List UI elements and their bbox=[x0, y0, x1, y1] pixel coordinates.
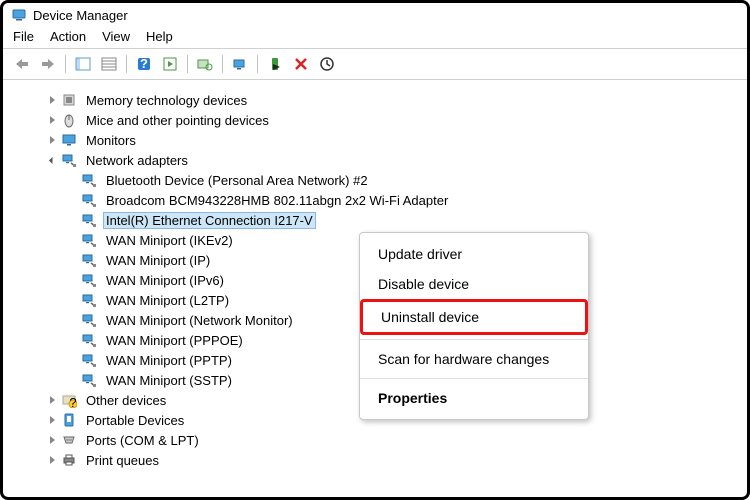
tree-node-label[interactable]: Other devices bbox=[83, 392, 169, 409]
port-icon bbox=[61, 432, 77, 448]
tree-node-label[interactable]: Ports (COM & LPT) bbox=[83, 432, 202, 449]
tree-node[interactable]: Broadcom BCM943228HMB 802.11abgn 2x2 Wi-… bbox=[9, 190, 741, 210]
context-menu-item[interactable]: Uninstall device bbox=[360, 299, 588, 335]
netcard-icon bbox=[81, 172, 97, 188]
forward-button[interactable] bbox=[37, 53, 59, 75]
toolbar-separator bbox=[126, 55, 127, 73]
toolbar-separator bbox=[187, 55, 188, 73]
tree-node[interactable]: Monitors bbox=[9, 130, 741, 150]
tree-node-label[interactable]: Portable Devices bbox=[83, 412, 187, 429]
menu-help[interactable]: Help bbox=[146, 29, 173, 44]
help-button[interactable]: ? bbox=[133, 53, 155, 75]
netcard-icon bbox=[81, 292, 97, 308]
tree-node-label[interactable]: Network adapters bbox=[83, 152, 191, 169]
netcard-icon bbox=[81, 212, 97, 228]
tree-node-label[interactable]: WAN Miniport (L2TP) bbox=[103, 292, 232, 309]
context-menu-item[interactable]: Properties bbox=[360, 383, 588, 413]
titlebar: Device Manager bbox=[3, 3, 747, 27]
toolbar: ? bbox=[3, 48, 747, 80]
mouse-icon bbox=[61, 112, 77, 128]
collapsed-twisty-icon[interactable] bbox=[45, 433, 59, 447]
tree-node-label[interactable]: WAN Miniport (SSTP) bbox=[103, 372, 235, 389]
tree-node-label[interactable]: Broadcom BCM943228HMB 802.11abgn 2x2 Wi-… bbox=[103, 192, 451, 209]
window-title: Device Manager bbox=[33, 8, 128, 23]
tree-node[interactable]: Mice and other pointing devices bbox=[9, 110, 741, 130]
tree-node[interactable]: Print queues bbox=[9, 450, 741, 470]
netcard-icon bbox=[81, 232, 97, 248]
netcard-icon bbox=[81, 252, 97, 268]
action-button[interactable] bbox=[159, 53, 181, 75]
device-manager-window: Device Manager File Action View Help ? M… bbox=[0, 0, 750, 500]
scan-hardware-button[interactable] bbox=[194, 53, 216, 75]
expanded-twisty-icon[interactable] bbox=[45, 153, 59, 167]
network-icon bbox=[61, 152, 77, 168]
app-icon bbox=[11, 7, 27, 23]
context-menu-item[interactable]: Scan for hardware changes bbox=[360, 344, 588, 374]
portable-icon bbox=[61, 412, 77, 428]
netcard-icon bbox=[81, 372, 97, 388]
collapsed-twisty-icon[interactable] bbox=[45, 453, 59, 467]
tree-node-label[interactable]: Bluetooth Device (Personal Area Network)… bbox=[103, 172, 371, 189]
tree-node[interactable]: Network adapters bbox=[9, 150, 741, 170]
tree-node-label[interactable]: WAN Miniport (PPPOE) bbox=[103, 332, 246, 349]
toolbar-separator bbox=[257, 55, 258, 73]
collapsed-twisty-icon[interactable] bbox=[45, 133, 59, 147]
context-menu-item[interactable]: Disable device bbox=[360, 269, 588, 299]
tree-node-label[interactable]: Intel(R) Ethernet Connection I217-V bbox=[103, 212, 316, 229]
tree-node-label[interactable]: Monitors bbox=[83, 132, 139, 149]
svg-text:?: ? bbox=[69, 395, 76, 408]
other-icon: ? bbox=[61, 392, 77, 408]
back-button[interactable] bbox=[11, 53, 33, 75]
tree-node-label[interactable]: WAN Miniport (PPTP) bbox=[103, 352, 235, 369]
tree-node[interactable]: Memory technology devices bbox=[9, 90, 741, 110]
menu-action[interactable]: Action bbox=[50, 29, 86, 44]
netcard-icon bbox=[81, 352, 97, 368]
toolbar-separator bbox=[222, 55, 223, 73]
tree-node-label[interactable]: Mice and other pointing devices bbox=[83, 112, 272, 129]
netcard-icon bbox=[81, 192, 97, 208]
collapsed-twisty-icon[interactable] bbox=[45, 393, 59, 407]
netcard-icon bbox=[81, 312, 97, 328]
update-driver-button[interactable] bbox=[316, 53, 338, 75]
tree-node-label[interactable]: WAN Miniport (Network Monitor) bbox=[103, 312, 296, 329]
context-menu-separator bbox=[360, 378, 588, 379]
toolbar-separator bbox=[65, 55, 66, 73]
tree-node-label[interactable]: Memory technology devices bbox=[83, 92, 250, 109]
context-menu: Update driverDisable deviceUninstall dev… bbox=[359, 232, 589, 420]
add-legacy-button[interactable] bbox=[229, 53, 251, 75]
context-menu-item[interactable]: Update driver bbox=[360, 239, 588, 269]
collapsed-twisty-icon[interactable] bbox=[45, 93, 59, 107]
menu-file[interactable]: File bbox=[13, 29, 34, 44]
tree-node[interactable]: Ports (COM & LPT) bbox=[9, 430, 741, 450]
menu-view[interactable]: View bbox=[102, 29, 130, 44]
netcard-icon bbox=[81, 272, 97, 288]
svg-text:?: ? bbox=[140, 57, 148, 71]
printer-icon bbox=[61, 452, 77, 468]
tree-node[interactable]: Intel(R) Ethernet Connection I217-V bbox=[9, 210, 741, 230]
tree-node-label[interactable]: WAN Miniport (IP) bbox=[103, 252, 213, 269]
collapsed-twisty-icon[interactable] bbox=[45, 113, 59, 127]
tree-node-label[interactable]: WAN Miniport (IPv6) bbox=[103, 272, 227, 289]
collapsed-twisty-icon[interactable] bbox=[45, 413, 59, 427]
tree-node-label[interactable]: Print queues bbox=[83, 452, 162, 469]
tree-node-label[interactable]: WAN Miniport (IKEv2) bbox=[103, 232, 236, 249]
tree-node[interactable]: Bluetooth Device (Personal Area Network)… bbox=[9, 170, 741, 190]
show-tree-button[interactable] bbox=[72, 53, 94, 75]
properties-button[interactable] bbox=[98, 53, 120, 75]
chip-icon bbox=[61, 92, 77, 108]
context-menu-separator bbox=[360, 339, 588, 340]
disable-button[interactable] bbox=[290, 53, 312, 75]
monitor-icon bbox=[61, 132, 77, 148]
netcard-icon bbox=[81, 332, 97, 348]
enable-button[interactable] bbox=[264, 53, 286, 75]
menubar: File Action View Help bbox=[3, 27, 747, 48]
